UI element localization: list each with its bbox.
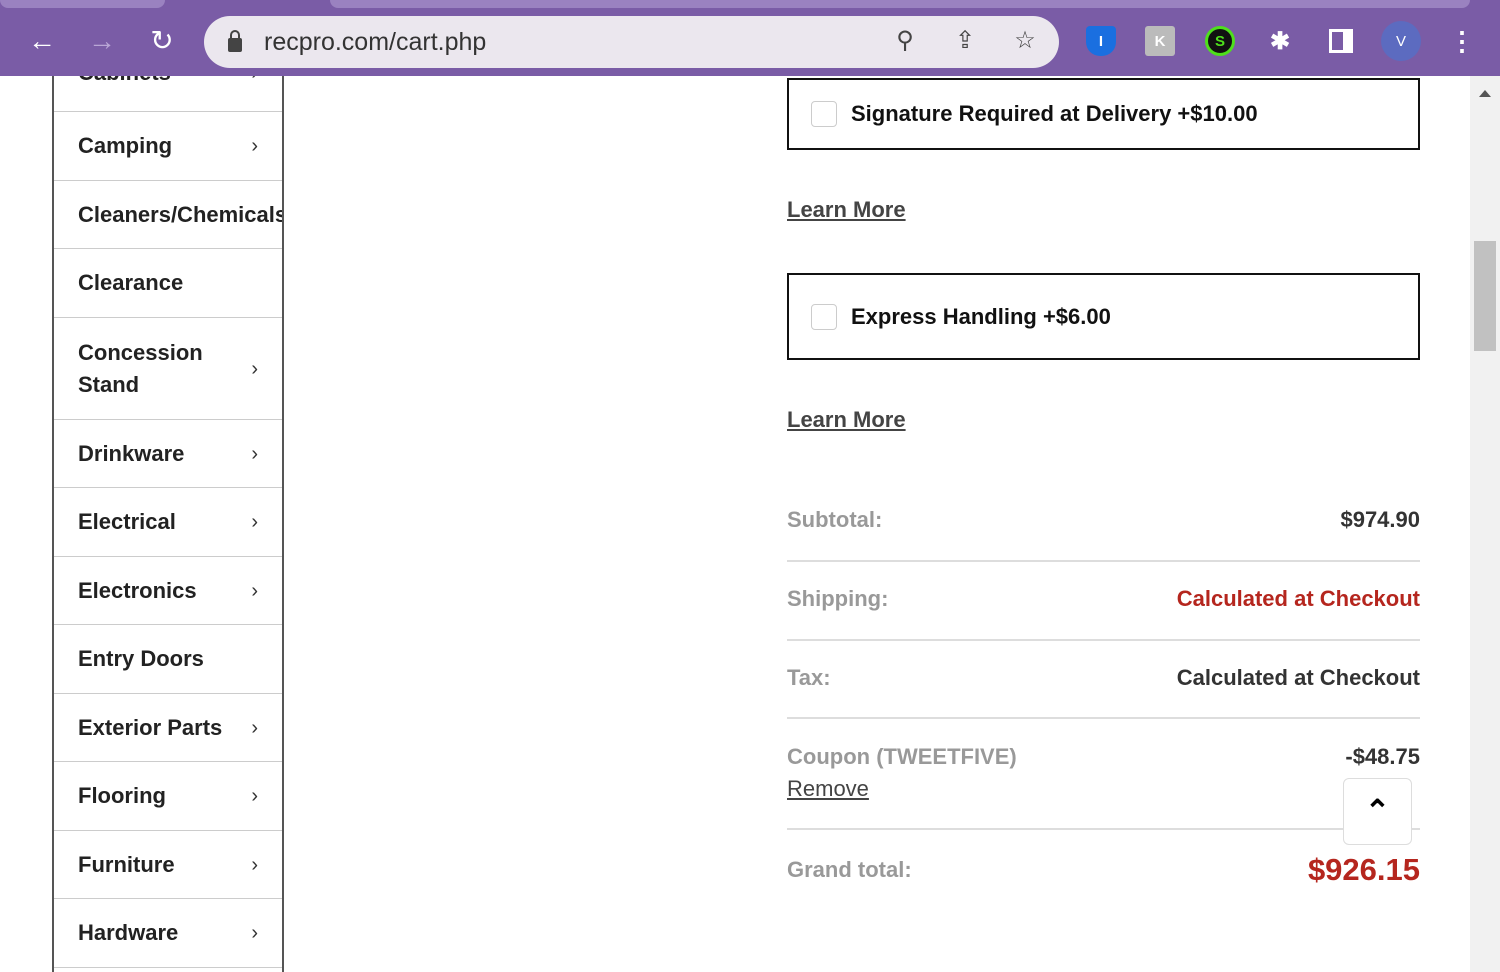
sidebar-item-camping[interactable]: Camping ›: [54, 112, 282, 181]
lock-icon: [228, 30, 242, 52]
learn-more-link[interactable]: Learn More: [787, 197, 906, 223]
tab[interactable]: [330, 0, 1470, 8]
subtotal-row: Subtotal: $974.90: [787, 507, 1420, 533]
sidebar-item-label: Cleaners/Chemicals: [78, 201, 284, 227]
sidebar-item-entry-doors[interactable]: Entry Doors: [54, 625, 282, 694]
option-label: Signature Required at Delivery +$10.00: [851, 101, 1258, 126]
sidebar-item-label: Concession Stand: [78, 339, 203, 397]
category-sidebar: Cabinets › Camping › Cleaners/Chemicals Clear…: [52, 76, 284, 972]
chevron-right-icon: ›: [251, 716, 258, 739]
divider: [787, 639, 1420, 641]
forward-icon[interactable]: →: [82, 22, 122, 60]
divider: [787, 717, 1420, 719]
sidebar-item-hardware[interactable]: Hardware ›: [54, 899, 282, 968]
puzzle-icon[interactable]: ✱: [1265, 26, 1295, 56]
express-checkbox[interactable]: [811, 303, 837, 330]
reload-icon[interactable]: ↻: [142, 22, 182, 60]
sidebar-item-electrical[interactable]: Electrical ›: [54, 488, 282, 557]
sidebar-item-flooring[interactable]: Flooring ›: [54, 762, 282, 831]
sidebar-item-electronics[interactable]: Electronics ›: [54, 557, 282, 625]
chevron-right-icon: ›: [251, 785, 258, 807]
divider: [787, 828, 1420, 830]
chevron-up-icon: ⌃: [1364, 795, 1391, 828]
share-icon[interactable]: ⇪: [948, 26, 982, 55]
chevron-right-icon: ›: [251, 442, 258, 465]
scroll-up-arrow-icon[interactable]: [1479, 90, 1491, 97]
zoom-icon[interactable]: ⚲: [888, 26, 922, 55]
extension-icon[interactable]: K: [1145, 26, 1175, 56]
shipping-row: Shipping: Calculated at Checkout: [787, 586, 1420, 612]
signature-option[interactable]: Signature Required at Delivery +$10.00: [787, 78, 1420, 150]
back-icon[interactable]: ←: [22, 22, 62, 60]
menu-icon[interactable]: ⋮: [1447, 26, 1477, 56]
chevron-right-icon: ›: [251, 511, 258, 533]
chevron-right-icon: ›: [251, 922, 258, 944]
sidebar-item-concession-stand[interactable]: Concession Stand ›: [54, 318, 282, 420]
grand-total-row: Grand total: $926.15: [787, 852, 1420, 888]
shipping-label: Shipping:: [787, 586, 889, 611]
avatar[interactable]: V: [1381, 21, 1421, 61]
tab[interactable]: [0, 0, 165, 8]
sidebar-item-label: Entry Doors: [78, 646, 204, 671]
express-handling-option[interactable]: Express Handling +$6.00: [787, 273, 1420, 360]
scroll-to-top-button[interactable]: ⌃: [1343, 778, 1412, 845]
divider: [787, 560, 1420, 562]
tax-row: Tax: Calculated at Checkout: [787, 665, 1420, 691]
learn-more-link[interactable]: Learn More: [787, 407, 906, 433]
sidebar-item-furniture[interactable]: Furniture ›: [54, 831, 282, 899]
sidebar-item-label: Electronics: [78, 577, 197, 603]
sidebar-item-label: Flooring: [78, 783, 166, 808]
remove-coupon-link[interactable]: Remove: [787, 776, 869, 802]
sidebar-item-exterior-parts[interactable]: Exterior Parts ›: [54, 694, 282, 762]
chevron-right-icon: ›: [251, 357, 258, 380]
sidebar-item-label: Electrical: [78, 509, 176, 534]
subtotal-value: $974.90: [1340, 507, 1420, 532]
sidebar-item-label: Furniture: [78, 851, 175, 877]
tax-label: Tax:: [787, 665, 831, 690]
browser-toolbar: ← → ↻ recpro.com/cart.php ⚲ ⇪ ☆ I K S ✱ …: [0, 0, 1500, 76]
scrollbar-thumb[interactable]: [1474, 241, 1496, 351]
subtotal-label: Subtotal:: [787, 507, 883, 532]
coupon-value: -$48.75: [1345, 744, 1420, 769]
address-bar[interactable]: recpro.com/cart.php ⚲ ⇪ ☆: [204, 16, 1059, 68]
sidebar-item-label: Exterior Parts: [78, 714, 223, 740]
chevron-right-icon: ›: [251, 853, 258, 876]
grand-total-label: Grand total:: [787, 857, 912, 882]
chevron-right-icon: ›: [251, 135, 258, 157]
bookmark-star-icon[interactable]: ☆: [1008, 26, 1042, 55]
sidebar-item-label: Hardware: [78, 920, 179, 945]
sidebar-item-drinkware[interactable]: Drinkware ›: [54, 420, 282, 488]
sidebar-item-cabinets[interactable]: Cabinets ›: [54, 76, 282, 112]
signature-checkbox[interactable]: [811, 101, 837, 127]
url-text: recpro.com/cart.php: [264, 27, 487, 56]
grand-total-value: $926.15: [1307, 852, 1420, 887]
chevron-right-icon: ›: [251, 76, 258, 89]
sidebar-item-label: Camping: [78, 133, 173, 158]
sidebar-item-label: Drinkware: [78, 440, 185, 466]
option-label: Express Handling +$6.00: [851, 303, 1111, 329]
coupon-row: Coupon (TWEETFIVE) -$48.75: [787, 744, 1420, 770]
shipping-value: Calculated at Checkout: [1176, 586, 1420, 611]
tax-value: Calculated at Checkout: [1176, 665, 1420, 690]
scrollbar[interactable]: [1470, 76, 1500, 972]
sidebar-item-label: Cabinets: [78, 76, 171, 89]
sidebar-item-cleaners-chemicals[interactable]: Cleaners/Chemicals: [54, 181, 282, 249]
chevron-right-icon: ›: [251, 579, 258, 602]
sidebar-item-label: Clearance: [78, 270, 184, 295]
sidebar-item-clearance[interactable]: Clearance: [54, 249, 282, 318]
bitwarden-extension-icon[interactable]: I: [1086, 26, 1116, 56]
side-panel-icon[interactable]: [1326, 26, 1356, 56]
extension-s-icon[interactable]: S: [1205, 26, 1235, 56]
coupon-label: Coupon (TWEETFIVE): [787, 744, 1017, 769]
